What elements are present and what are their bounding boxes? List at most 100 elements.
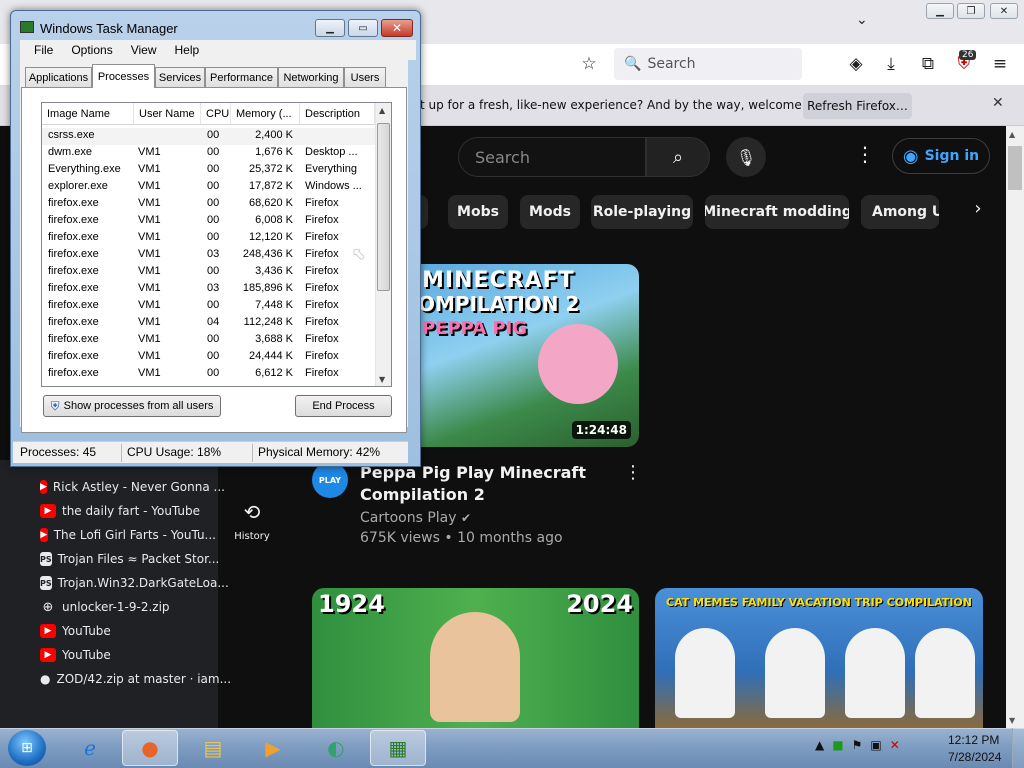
sidebar-item[interactable]: ● ZOD/42.zip at master · iam...	[40, 669, 231, 689]
table-row[interactable]: firefox.exe VM1 00 24,444 K Firefox	[42, 349, 375, 366]
yt-search-button[interactable]: ⌕	[646, 137, 710, 177]
yt-search-input[interactable]: Search	[458, 137, 646, 177]
task-manager-icon[interactable]: ▦	[370, 730, 426, 766]
menu-file[interactable]: File	[34, 43, 53, 57]
explorer-icon[interactable]: ▤	[185, 730, 241, 766]
tab-users[interactable]: Users	[344, 67, 386, 87]
video-thumbnail-2[interactable]: 1924 2024	[312, 588, 639, 728]
chip-among-us[interactable]: Among Us	[861, 195, 939, 229]
pocket-icon[interactable]: ◈	[845, 54, 867, 74]
tab-services[interactable]: Services	[155, 67, 205, 87]
table-row[interactable]: firefox.exe VM1 04 112,248 K Firefox	[42, 315, 375, 332]
process-list[interactable]: Image Name User Name CPU Memory (... Des…	[41, 102, 392, 387]
col-image-name[interactable]: Image Name	[42, 103, 134, 125]
video-title[interactable]: Peppa Pig Play Minecraft Compilation 2	[360, 462, 600, 506]
table-row[interactable]: firefox.exe VM1 03 248,436 K Firefox	[42, 247, 375, 264]
minimize-button[interactable]: ▁	[315, 19, 345, 37]
maximize-button[interactable]: ▭	[348, 19, 378, 37]
ff-search-box[interactable]: 🔍 Search	[614, 48, 802, 80]
col-description[interactable]: Description	[300, 103, 375, 125]
page-scrollbar[interactable]	[1006, 126, 1024, 728]
menu-view[interactable]: View	[131, 43, 157, 57]
list-scrollbar-thumb[interactable]	[377, 123, 390, 291]
sidebar-item[interactable]: ▶ Rick Astley - Never Gonna ...	[40, 477, 225, 497]
video-duration: 1:24:48	[571, 421, 631, 439]
chip-mobs[interactable]: Mobs	[448, 195, 508, 229]
volume-muted-icon[interactable]: ✕	[890, 738, 900, 752]
tray-green-icon[interactable]: ■	[832, 738, 843, 752]
table-row[interactable]: explorer.exe VM1 00 17,872 K Windows ...	[42, 179, 375, 196]
sidebar-item[interactable]: PS Trojan Files ≈ Packet Stor...	[40, 549, 219, 569]
col-cpu[interactable]: CPU	[201, 103, 231, 125]
col-user-name[interactable]: User Name	[134, 103, 201, 125]
channel-name[interactable]: Cartoons Play ✔	[360, 510, 471, 526]
table-row[interactable]: firefox.exe VM1 00 3,436 K Firefox	[42, 264, 375, 281]
sidebar-item[interactable]: ⊕ unlocker-1-9-2.zip	[40, 597, 216, 617]
scroll-down-icon[interactable]: ▼	[379, 375, 385, 384]
close-icon[interactable]: ✕	[992, 95, 1004, 111]
sign-in-button[interactable]: ◉ Sign in	[892, 138, 990, 174]
tab-networking[interactable]: Networking	[278, 67, 344, 87]
chevron-right-icon[interactable]: ›	[966, 198, 990, 219]
firefox-icon[interactable]: ●	[122, 730, 178, 766]
table-row[interactable]: firefox.exe VM1 00 6,612 K Firefox	[42, 366, 375, 383]
page-scrollbar-thumb[interactable]	[1008, 146, 1022, 190]
packetstorm-icon: PS	[40, 552, 52, 566]
chip-minecraft-modding[interactable]: Minecraft modding	[705, 195, 849, 229]
scroll-up-icon[interactable]: ▲	[379, 106, 385, 115]
refresh-firefox-button[interactable]: Refresh Firefox…	[803, 93, 912, 119]
app-icon[interactable]: ◐	[308, 730, 364, 766]
scroll-down-icon[interactable]: ▼	[1009, 716, 1015, 725]
sidebar-item[interactable]: ▶ the daily fart - YouTube	[40, 501, 216, 521]
start-button[interactable]: ⊞	[8, 730, 46, 766]
ff-minimize-button[interactable]: ▁	[926, 3, 954, 19]
sidebar-item[interactable]: PS Trojan.Win32.DarkGateLoa...	[40, 573, 229, 593]
extensions-icon[interactable]: ⧉	[917, 54, 939, 74]
sidebar-item[interactable]: ▶ YouTube	[40, 621, 216, 641]
close-button[interactable]: ✕	[381, 19, 413, 37]
network-icon[interactable]: ▣	[870, 738, 881, 752]
tab-applications[interactable]: Applications	[25, 67, 92, 87]
tab-performance[interactable]: Performance	[205, 67, 278, 87]
chip-role-playing[interactable]: Role-playing	[591, 195, 693, 229]
table-row[interactable]: firefox.exe VM1 03 185,896 K Firefox	[42, 281, 375, 298]
video-menu-icon[interactable]: ⋮	[624, 462, 642, 483]
clock-date[interactable]: 7/28/2024	[948, 750, 1001, 764]
sidebar-item[interactable]: ▶ YouTube	[40, 645, 216, 665]
table-row[interactable]: firefox.exe VM1 00 6,008 K Firefox	[42, 213, 375, 230]
tab-list-chevron-icon[interactable]: ⌄	[856, 12, 868, 28]
end-process-button[interactable]: End Process	[295, 395, 392, 417]
clock-time[interactable]: 12:12 PM	[948, 733, 999, 747]
more-options-icon[interactable]: ⋮	[855, 142, 875, 166]
tab-processes[interactable]: Processes	[92, 64, 155, 88]
history-nav-item[interactable]: ⟲ History	[226, 500, 278, 543]
table-row[interactable]: dwm.exe VM1 00 1,676 K Desktop ...	[42, 145, 375, 162]
video-thumbnail[interactable]: MINECRAFT OMPILATION 2 PEPPA PIG 1:24:48	[418, 264, 639, 447]
tray-expand-icon[interactable]: ▲	[815, 738, 824, 752]
chip-mods[interactable]: Mods	[520, 195, 580, 229]
col-memory[interactable]: Memory (...	[231, 103, 300, 125]
downloads-icon[interactable]: ⤓	[880, 54, 902, 74]
ff-restore-button[interactable]: ❐	[957, 3, 985, 19]
sidebar-item[interactable]: ▶ The Lofi Girl Farts - YouTu...	[40, 525, 216, 545]
table-row[interactable]: firefox.exe VM1 00 12,120 K Firefox	[42, 230, 375, 247]
menu-options[interactable]: Options	[71, 43, 112, 57]
video-thumbnail-3[interactable]: CAT MEMES FAMILY VACATION TRIP COMPILATI…	[655, 588, 983, 728]
show-desktop-button[interactable]	[1012, 728, 1024, 768]
table-row[interactable]: firefox.exe VM1 00 68,620 K Firefox	[42, 196, 375, 213]
scroll-up-icon[interactable]: ▲	[1009, 130, 1015, 139]
channel-avatar[interactable]: PLAY	[312, 462, 348, 498]
table-row[interactable]: Everything.exe VM1 00 25,372 K Everything	[42, 162, 375, 179]
menu-help[interactable]: Help	[175, 43, 200, 57]
bookmark-star-icon[interactable]: ☆	[578, 54, 600, 74]
hamburger-menu-icon[interactable]: ≡	[989, 54, 1011, 74]
ff-close-button[interactable]: ✕	[990, 3, 1018, 19]
table-row[interactable]: firefox.exe VM1 00 3,688 K Firefox	[42, 332, 375, 349]
table-row[interactable]: csrss.exe 00 2,400 K	[42, 128, 375, 145]
media-player-icon[interactable]: ▶	[245, 730, 301, 766]
yt-voice-search-button[interactable]: 🎙	[726, 137, 766, 177]
action-center-flag-icon[interactable]: ⚑	[852, 738, 863, 752]
ie-icon[interactable]: ℯ	[62, 730, 118, 766]
show-all-processes-button[interactable]: ⛨ Show processes from all users	[43, 395, 221, 417]
table-row[interactable]: firefox.exe VM1 00 7,448 K Firefox	[42, 298, 375, 315]
